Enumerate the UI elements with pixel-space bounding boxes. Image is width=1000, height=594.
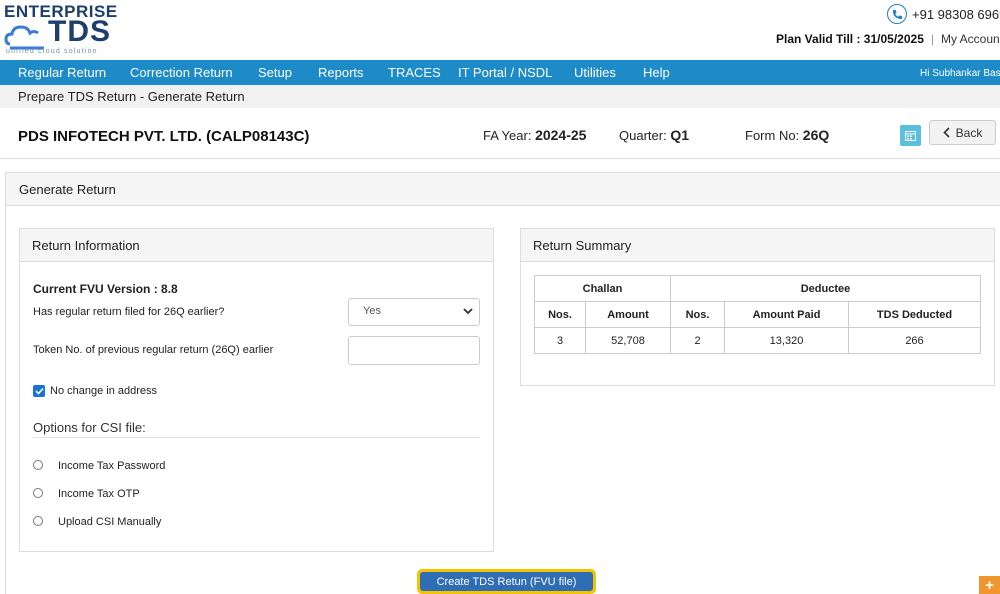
form-no-label: Form No:: [745, 128, 800, 143]
csi-option-otp: Income Tax OTP: [58, 488, 140, 500]
col-challan-amount: Amount: [585, 301, 671, 328]
chevron-down-icon: [463, 308, 473, 315]
summary-column-row: Nos. Amount Nos. Amount Paid TDS Deducte…: [534, 301, 981, 328]
plan-separator: |: [930, 32, 934, 46]
nav-regular-return[interactable]: Regular Return: [18, 65, 106, 80]
fa-year-label: FA Year:: [483, 128, 532, 143]
quarter-label: Quarter:: [619, 128, 667, 143]
back-label: Back: [955, 125, 983, 140]
csi-options-title: Options for CSI file:: [33, 420, 146, 435]
quarter: Quarter: Q1: [619, 127, 689, 143]
nav-setup[interactable]: Setup: [258, 65, 292, 80]
return-info-bar: PDS INFOTECH PVT. LTD. (CALP08143C) FA Y…: [0, 108, 1000, 159]
regular-return-select[interactable]: Yes: [348, 298, 480, 326]
logo-tagline: unified cloud solution: [6, 48, 98, 55]
floating-plus-button[interactable]: +: [979, 576, 1000, 594]
cell-tds-deducted: 266: [848, 327, 981, 354]
csi-divider: [33, 437, 480, 438]
form-no: Form No: 26Q: [745, 127, 829, 143]
cell-challan-nos: 3: [534, 327, 586, 354]
challan-header: Challan: [534, 275, 671, 302]
col-deductee-nos: Nos.: [670, 301, 725, 328]
deductee-header: Deductee: [670, 275, 981, 302]
nav-help[interactable]: Help: [643, 65, 670, 80]
regular-return-select-value: Yes: [363, 305, 381, 317]
checkmark-icon: [34, 387, 44, 395]
return-summary-table: Challan Deductee Nos. Amount Nos. Amount…: [534, 275, 981, 354]
chevron-left-icon: [943, 127, 950, 138]
csi-option-password-radio[interactable]: [33, 460, 43, 470]
back-button[interactable]: Back: [929, 120, 996, 145]
create-button-highlight: Create TDS Retun (FVU file): [417, 569, 596, 594]
token-number-label: Token No. of previous regular return (26…: [33, 344, 274, 356]
generate-return-title: Generate Return: [6, 173, 1000, 206]
csi-option-upload-radio[interactable]: [33, 516, 43, 526]
csi-option-upload: Upload CSI Manually: [58, 516, 162, 528]
fa-year-value: 2024-25: [535, 127, 587, 143]
cell-challan-amount: 52,708: [585, 327, 671, 354]
col-challan-nos: Nos.: [534, 301, 586, 328]
return-information-title: Return Information: [20, 229, 493, 262]
main-nav: Regular Return Correction Return Setup R…: [0, 60, 1000, 85]
calendar-icon: [905, 131, 916, 141]
csi-option-otp-radio[interactable]: [33, 488, 43, 498]
breadcrumb: Prepare TDS Return - Generate Return: [0, 85, 1000, 108]
create-tds-return-button[interactable]: Create TDS Retun (FVU file): [420, 572, 593, 591]
quarter-value: Q1: [670, 127, 689, 143]
brand-logo[interactable]: ENTERPRISE TDS unified cloud solution: [4, 2, 144, 58]
my-account-link[interactable]: My Account: [941, 32, 1000, 46]
no-change-address-checkbox[interactable]: [33, 385, 45, 397]
nav-reports[interactable]: Reports: [318, 65, 364, 80]
csi-option-password: Income Tax Password: [58, 460, 166, 472]
col-tds-deducted: TDS Deducted: [848, 301, 981, 328]
phone-contact: +91 98308 6969: [887, 4, 1000, 24]
calendar-button[interactable]: [900, 125, 921, 146]
logo-tds-text: TDS: [48, 15, 111, 48]
nav-traces[interactable]: TRACES: [388, 65, 441, 80]
plan-valid-till: Plan Valid Till : 31/05/2025: [776, 32, 924, 46]
cell-deductee-nos: 2: [670, 327, 725, 354]
plan-row: Plan Valid Till : 31/05/2025 | My Account: [776, 32, 1000, 46]
col-amount-paid: Amount Paid: [724, 301, 849, 328]
fa-year: FA Year: 2024-25: [483, 127, 586, 143]
return-summary-title: Return Summary: [521, 229, 994, 262]
cell-amount-paid: 13,320: [724, 327, 849, 354]
user-greeting[interactable]: Hi Subhankar Bas: [920, 68, 1000, 79]
no-change-address-label: No change in address: [50, 385, 158, 397]
token-number-input[interactable]: [348, 336, 480, 365]
phone-number: +91 98308 6969: [912, 6, 1000, 22]
table-row: 3 52,708 2 13,320 266: [534, 327, 981, 354]
nav-it-portal-nsdl[interactable]: IT Portal / NSDL: [458, 65, 552, 80]
phone-icon: [887, 4, 907, 24]
top-header: ENTERPRISE TDS unified cloud solution +9…: [0, 0, 1000, 59]
summary-group-row: Challan Deductee: [534, 275, 981, 302]
form-no-value: 26Q: [802, 127, 830, 143]
regular-return-question: Has regular return filed for 26Q earlier…: [33, 306, 225, 318]
company-name: PDS INFOTECH PVT. LTD. (CALP08143C): [18, 128, 310, 145]
nav-utilities[interactable]: Utilities: [574, 65, 616, 80]
nav-correction-return[interactable]: Correction Return: [130, 65, 233, 80]
fvu-version: Current FVU Version : 8.8: [33, 282, 178, 296]
cloud-logo-icon: [4, 25, 44, 50]
